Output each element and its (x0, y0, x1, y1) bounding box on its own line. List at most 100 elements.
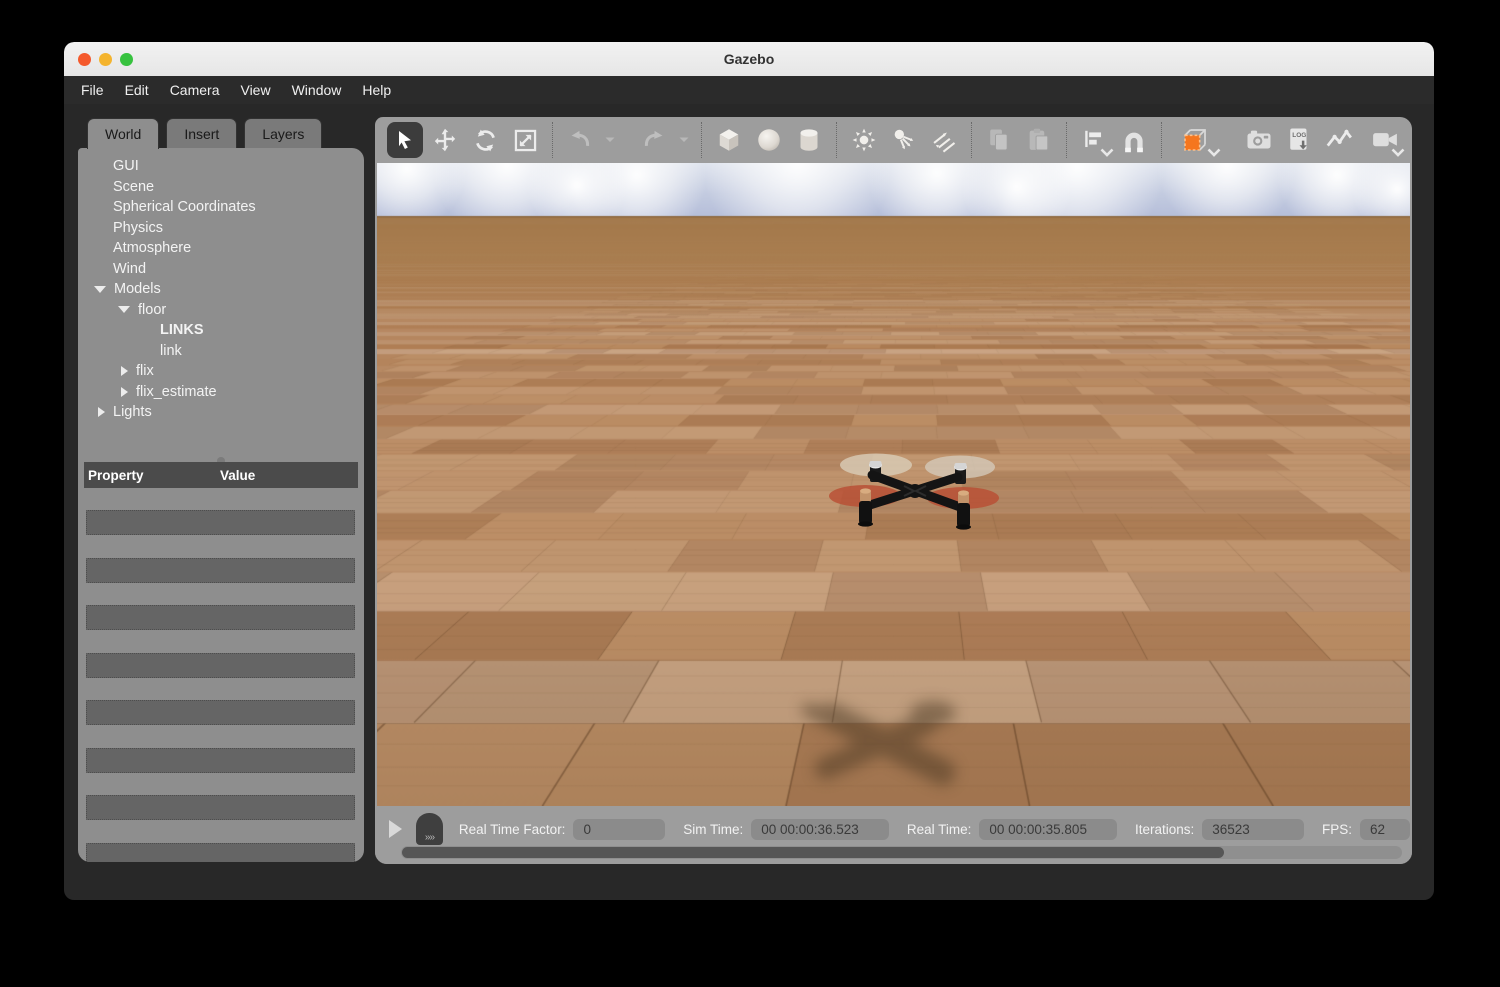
menu-edit[interactable]: Edit (125, 82, 149, 98)
iterations-field: 36523 (1202, 819, 1304, 840)
tree-item-atmosphere[interactable]: Atmosphere (78, 238, 360, 259)
paste-button[interactable] (1019, 120, 1059, 160)
directional-light-button[interactable] (924, 120, 964, 160)
toolbar-separator (552, 122, 553, 158)
menu-window[interactable]: Window (292, 82, 342, 98)
toolbar-separator (971, 122, 972, 158)
scene-tree: GUI Scene Spherical Coordinates Physics … (78, 156, 360, 423)
tree-item-wind[interactable]: Wind (78, 259, 360, 280)
chevron-down-icon (1207, 148, 1221, 157)
undo-button[interactable] (560, 120, 600, 160)
record-video-button[interactable] (1365, 120, 1405, 160)
menu-view[interactable]: View (240, 82, 270, 98)
insert-sphere-button[interactable] (749, 120, 789, 160)
spot-light-icon (890, 126, 918, 154)
cylinder-icon (794, 125, 824, 155)
rtf-field[interactable]: 0 (573, 819, 665, 840)
property-row (86, 558, 355, 583)
redo-history-button[interactable] (674, 120, 694, 160)
minimize-button[interactable] (99, 53, 112, 66)
render-frame: LOG (375, 117, 1412, 864)
insert-box-button[interactable] (709, 120, 749, 160)
snap-button[interactable] (1114, 120, 1154, 160)
property-row (86, 653, 355, 678)
iterations-label: Iterations: (1135, 822, 1194, 837)
cursor-arrow-icon (393, 128, 417, 152)
fps-field: 62 (1360, 819, 1410, 840)
fps-label: FPS: (1322, 822, 1352, 837)
menu-file[interactable]: File (81, 82, 104, 98)
toolbar-separator (1066, 122, 1067, 158)
property-row (86, 510, 355, 535)
drone-shadow (782, 683, 1042, 806)
chevron-down-icon[interactable] (118, 306, 130, 313)
real-time-label: Real Time: (907, 822, 972, 837)
redo-icon (640, 126, 668, 154)
tree-item-physics[interactable]: Physics (78, 218, 360, 239)
window-title: Gazebo (64, 51, 1434, 67)
tree-item-spherical-coordinates[interactable]: Spherical Coordinates (78, 197, 360, 218)
property-row (86, 700, 355, 725)
rotate-tool-button[interactable] (465, 120, 505, 160)
plot-button[interactable] (1319, 120, 1359, 160)
select-tool-button[interactable] (387, 122, 423, 158)
titlebar: Gazebo (64, 42, 1434, 76)
play-button[interactable] (389, 820, 402, 838)
tree-item-gui[interactable]: GUI (78, 156, 360, 177)
tree-item-lights[interactable]: Lights (78, 402, 360, 423)
toolbar-separator (701, 122, 702, 158)
real-time-field: 00 00:00:35.805 (979, 819, 1117, 840)
tree-item-models[interactable]: Models (78, 279, 360, 300)
scrollbar-thumb[interactable] (402, 847, 1224, 858)
menubar: File Edit Camera View Window Help (64, 76, 1434, 104)
step-icon: »» (425, 834, 434, 842)
statusbar: »» Real Time Factor: 0 Sim Time: 00 00:0… (375, 806, 1412, 864)
chevron-down-icon (604, 136, 616, 144)
tree-item-floor[interactable]: floor (78, 300, 360, 321)
property-row (86, 748, 355, 773)
tab-world[interactable]: World (87, 118, 159, 149)
quadcopter-model[interactable] (808, 435, 1018, 545)
tree-item-scene[interactable]: Scene (78, 177, 360, 198)
tree-item-flix-estimate[interactable]: flix_estimate (78, 382, 360, 403)
world-tree-panel: GUI Scene Spherical Coordinates Physics … (78, 148, 364, 862)
data-logger-button[interactable]: LOG (1279, 120, 1319, 160)
menu-camera[interactable]: Camera (170, 82, 220, 98)
view-angle-button[interactable] (1169, 120, 1221, 160)
magnet-icon (1119, 125, 1149, 155)
gazebo-window: Gazebo File Edit Camera View Window Help… (64, 42, 1434, 900)
align-button[interactable] (1074, 120, 1114, 160)
chevron-down-icon[interactable] (94, 286, 106, 293)
property-table (86, 510, 355, 862)
undo-history-button[interactable] (600, 120, 620, 160)
move-icon (432, 127, 458, 153)
copy-button[interactable] (979, 120, 1019, 160)
scale-icon (512, 127, 539, 154)
chevron-down-icon (678, 136, 690, 144)
chevron-right-icon[interactable] (121, 387, 128, 397)
scale-tool-button[interactable] (505, 120, 545, 160)
close-button[interactable] (78, 53, 91, 66)
redo-button[interactable] (634, 120, 674, 160)
tab-insert[interactable]: Insert (166, 118, 237, 149)
tree-item-flix[interactable]: flix (78, 361, 360, 382)
step-button[interactable]: »» (416, 813, 443, 845)
box-icon (714, 125, 744, 155)
tab-layers[interactable]: Layers (244, 118, 322, 149)
chevron-right-icon[interactable] (121, 366, 128, 376)
chevron-down-icon (1391, 148, 1405, 157)
undo-icon (566, 126, 594, 154)
horizontal-scrollbar[interactable] (401, 846, 1402, 859)
spot-light-button[interactable] (884, 120, 924, 160)
rtf-label: Real Time Factor: (459, 822, 566, 837)
insert-cylinder-button[interactable] (789, 120, 829, 160)
tree-item-link[interactable]: link (78, 341, 360, 362)
translate-tool-button[interactable] (425, 120, 465, 160)
menu-help[interactable]: Help (362, 82, 391, 98)
screenshot-button[interactable] (1239, 120, 1279, 160)
property-table-header: Property Value (84, 462, 358, 488)
zoom-button[interactable] (120, 53, 133, 66)
3d-viewport[interactable] (377, 163, 1410, 806)
point-light-button[interactable] (844, 120, 884, 160)
chevron-right-icon[interactable] (98, 407, 105, 417)
